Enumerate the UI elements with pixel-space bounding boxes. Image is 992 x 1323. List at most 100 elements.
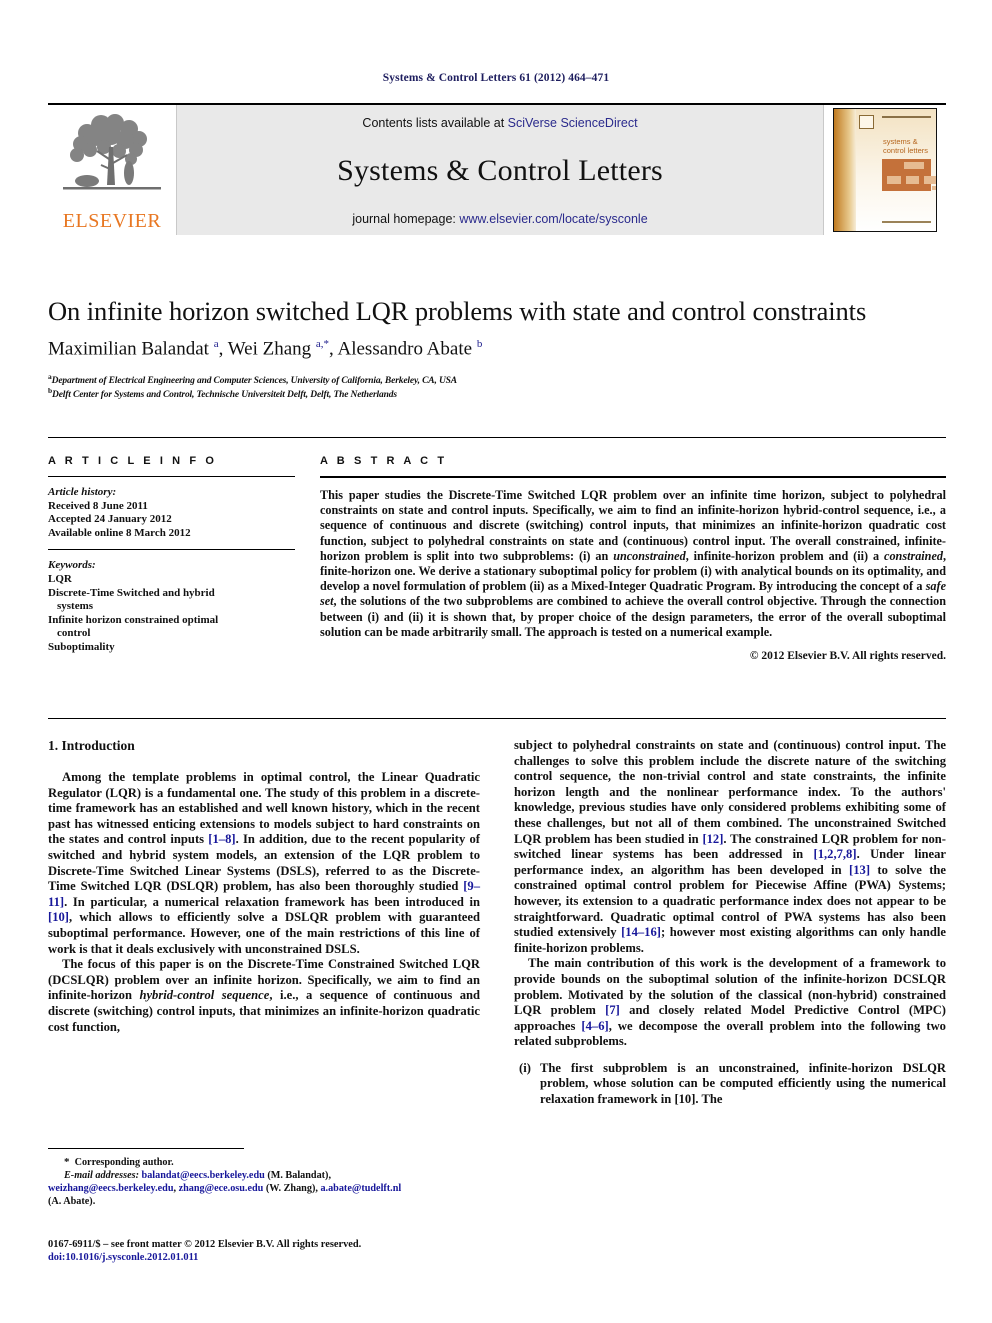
body-column-right: subject to polyhedral constraints on sta… — [514, 738, 946, 1108]
citation-ref[interactable]: [7] — [605, 1003, 620, 1017]
cover-title: systems & control letters — [883, 137, 931, 155]
article-info-column: A R T I C L E I N F O Article history: R… — [48, 455, 295, 655]
keywords-block: Keywords: LQR Discrete-Time Switched and… — [48, 559, 295, 654]
author-list: Maximilian Balandat a, Wei Zhang a,*, Al… — [48, 338, 483, 360]
email-label: E-mail addresses: — [64, 1170, 139, 1181]
elsevier-wordmark: ELSEVIER — [62, 210, 162, 232]
p3-seg-a: subject to polyhedral constraints on sta… — [514, 738, 946, 846]
p1-seg-d: , which allows to efficiently solve a DS… — [48, 910, 480, 956]
intro-paragraph-2: The focus of this paper is on the Discre… — [48, 957, 480, 1035]
issn-line: 0167-6911/$ – see front matter © 2012 El… — [48, 1239, 362, 1250]
email-link[interactable]: a.abate@tudelft.nl — [320, 1183, 401, 1194]
author-affil-marker: a,* — [315, 338, 330, 350]
journal-title: Systems & Control Letters — [337, 154, 663, 187]
email1-owner: (M. Balandat), — [264, 1170, 331, 1181]
journal-banner: ELSEVIER Contents lists available at Sci… — [48, 103, 946, 235]
citation-ref[interactable]: [10] — [674, 1092, 695, 1106]
citation-ref[interactable]: [4–6] — [581, 1019, 608, 1033]
item-i-seg-a: The first subproblem is an unconstrained… — [540, 1060, 946, 1107]
cover-title-line2: control letters — [883, 146, 929, 155]
elsevier-tree-icon — [63, 114, 161, 190]
abstract-column: A B S T R A C T This paper studies the D… — [320, 455, 946, 662]
issn-copyright-block: 0167-6911/$ – see front matter © 2012 El… — [48, 1238, 480, 1265]
keywords-label: Keywords: — [48, 559, 96, 572]
body-top-rule — [48, 718, 946, 719]
contents-prefix: Contents lists available at — [362, 116, 508, 130]
asterisk-marker: * — [64, 1156, 70, 1168]
footnote-block: * Corresponding author. E-mail addresses… — [48, 1156, 480, 1208]
list-item-marker: (i) — [519, 1060, 531, 1075]
keyword-item-cont: systems — [57, 600, 94, 613]
journal-cover-container: systems & control letters — [824, 105, 946, 235]
history-received: Received 8 June 2011 — [48, 499, 148, 512]
cover-bottom-rule — [882, 221, 931, 223]
list-item: (i) The first subproblem is an unconstra… — [514, 1061, 946, 1108]
citation-ref[interactable]: [13] — [849, 863, 870, 877]
elsevier-logo: ELSEVIER — [48, 105, 176, 235]
list-item-text: The first subproblem is an unconstrained… — [540, 1061, 946, 1108]
cover-title-line1: systems & — [883, 137, 918, 146]
abstract-heading: A B S T R A C T — [320, 455, 448, 467]
keyword-item: Infinite horizon constrained optimal — [48, 613, 219, 626]
journal-cover-thumbnail: systems & control letters — [833, 108, 937, 232]
banner-center: Contents lists available at SciVerse Sci… — [176, 105, 824, 235]
email-link[interactable]: zhang@ece.osu.edu — [179, 1183, 264, 1194]
abstract-italic-unconstrained: unconstrained — [613, 548, 686, 563]
abstract-seg-4: , the solutions of the two subproblems a… — [320, 594, 946, 639]
keyword-item: Suboptimality — [48, 640, 115, 653]
contents-available-line: Contents lists available at SciVerse Sci… — [177, 116, 823, 130]
body-column-left: 1. Introduction Among the template probl… — [48, 738, 480, 1035]
p2-italic-hybrid-control-sequence: hybrid-control sequence — [139, 988, 270, 1003]
running-head: Systems & Control Letters 61 (2012) 464–… — [382, 72, 610, 84]
author-affil-marker: b — [476, 338, 483, 350]
footnote-rule — [48, 1148, 244, 1149]
paper-page: Systems & Control Letters 61 (2012) 464–… — [0, 0, 992, 1323]
corresponding-author-text: Corresponding author. — [74, 1157, 174, 1168]
article-history-label: Article history: — [48, 486, 117, 498]
keywords-divider — [48, 549, 295, 551]
doi-line[interactable]: doi:10.1016/j.sysconle.2012.01.011 — [48, 1251, 480, 1264]
journal-homepage-link[interactable]: www.elsevier.com/locate/sysconle — [459, 212, 647, 226]
intro-paragraph-4: The main contribution of this work is th… — [514, 956, 946, 1050]
homepage-prefix: journal homepage: — [352, 212, 460, 226]
citation-ref[interactable]: [14–16] — [621, 925, 661, 939]
email-addresses-line-2: weizhang@eecs.berkeley.edu, zhang@ece.os… — [48, 1182, 480, 1195]
affiliation-a-text: Department of Electrical Engineering and… — [51, 376, 458, 387]
p1-seg-c: . In particular, a numerical relaxation … — [64, 894, 480, 909]
abstract-copyright: © 2012 Elsevier B.V. All rights reserved… — [749, 650, 946, 663]
keyword-item-cont: control — [57, 627, 91, 640]
cover-block-diagram — [882, 159, 936, 191]
author-affil-marker: a — [213, 338, 219, 350]
abstract-text: This paper studies the Discrete-Time Swi… — [320, 488, 946, 640]
page-title: On infinite horizon switched LQR problem… — [48, 296, 867, 326]
cover-spine — [834, 109, 856, 231]
abstract-italic-constrained: constrained — [884, 548, 943, 563]
keyword-item: LQR — [48, 572, 72, 585]
email-owner-line: (A. Abate). — [48, 1196, 96, 1207]
cover-top-rule — [882, 116, 931, 118]
corresponding-author-line: * Corresponding author. — [48, 1156, 480, 1169]
article-info-heading: A R T I C L E I N F O — [48, 455, 217, 467]
sciencedirect-link[interactable]: SciVerse ScienceDirect — [508, 116, 638, 130]
keyword-item: Discrete-Time Switched and hybrid — [48, 586, 215, 599]
section-heading-introduction: 1. Introduction — [48, 738, 135, 753]
intro-paragraph-1: Among the template problems in optimal c… — [48, 770, 480, 957]
citation-ref[interactable]: [1–8] — [208, 832, 235, 846]
cover-badge-icon — [859, 115, 874, 129]
email-addresses-line: E-mail addresses: balandat@eecs.berkeley… — [48, 1169, 480, 1182]
citation-ref[interactable]: [12] — [702, 832, 723, 846]
intro-paragraph-3: subject to polyhedral constraints on sta… — [514, 738, 946, 956]
info-divider — [48, 476, 295, 477]
item-i-seg-b: . The — [695, 1092, 723, 1107]
email3-owner: (W. Zhang), — [263, 1183, 321, 1194]
info-section-rule — [48, 437, 946, 438]
history-online: Available online 8 March 2012 — [48, 526, 191, 539]
email-link[interactable]: weizhang@eecs.berkeley.edu — [48, 1183, 173, 1194]
journal-homepage-line: journal homepage: www.elsevier.com/locat… — [177, 212, 823, 226]
abstract-seg-2: , infinite-horizon problem and (ii) a — [685, 548, 885, 563]
citation-ref[interactable]: [10] — [48, 910, 69, 924]
citation-ref[interactable]: [1,2,7,8] — [814, 847, 857, 861]
affiliation-a: aDepartment of Electrical Engineering an… — [48, 372, 946, 386]
email-link[interactable]: balandat@eecs.berkeley.edu — [142, 1170, 265, 1181]
affiliation-b: bDelft Center for Systems and Control, T… — [48, 386, 946, 400]
